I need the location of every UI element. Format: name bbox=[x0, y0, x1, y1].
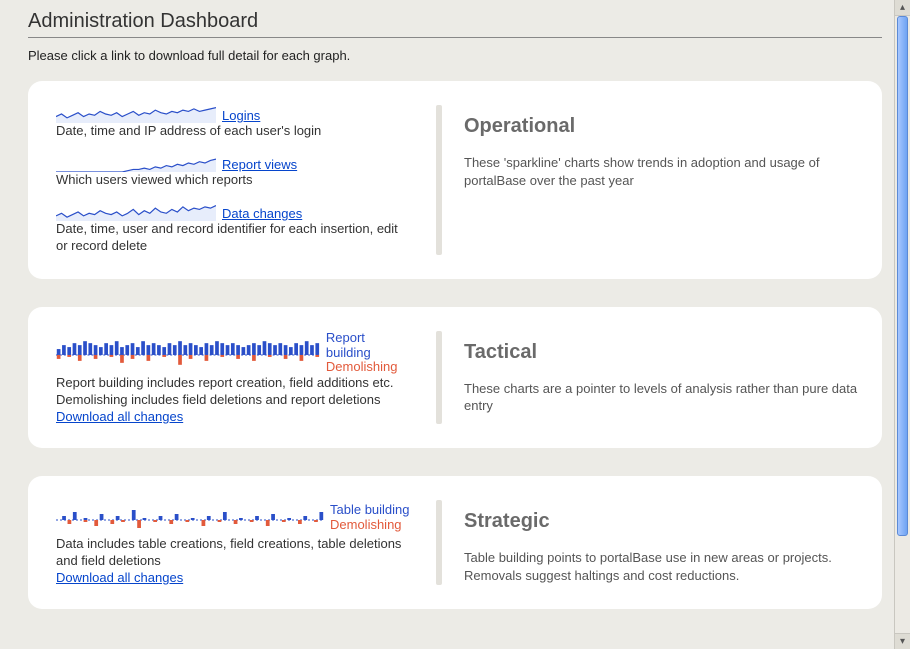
legend-up-strategic: Table building bbox=[330, 503, 410, 518]
section-desc-strategic: Table building points to portalBase use … bbox=[464, 549, 858, 584]
section-desc-operational: These 'sparkline' charts show trends in … bbox=[464, 154, 858, 189]
card-strategic: Table building Demolishing Data includes… bbox=[28, 476, 882, 609]
legend-up-tactical: Report building bbox=[326, 331, 412, 361]
scrollbar-thumb[interactable] bbox=[897, 16, 908, 536]
link-report-views[interactable]: Report views bbox=[222, 157, 297, 172]
sparkline-data-changes bbox=[56, 203, 216, 221]
sparkline-report-views bbox=[56, 154, 216, 172]
section-title-tactical: Tactical bbox=[464, 341, 858, 364]
page-title: Administration Dashboard bbox=[28, 10, 882, 38]
card-divider bbox=[436, 331, 442, 425]
section-title-operational: Operational bbox=[464, 115, 858, 138]
section-title-strategic: Strategic bbox=[464, 510, 858, 533]
divbar-strategic bbox=[56, 500, 324, 536]
scroll-down-icon[interactable]: ▾ bbox=[895, 633, 910, 649]
legend-tactical: Report building Demolishing bbox=[326, 331, 412, 376]
intro-text: Please click a link to download full det… bbox=[28, 48, 882, 63]
link-data-changes[interactable]: Data changes bbox=[222, 206, 302, 221]
sparkline-logins bbox=[56, 105, 216, 123]
desc-tactical: Report building includes report creation… bbox=[56, 375, 412, 409]
download-link-strategic[interactable]: Download all changes bbox=[56, 570, 183, 585]
scroll-up-icon[interactable]: ▴ bbox=[895, 0, 910, 16]
legend-strategic: Table building Demolishing bbox=[330, 503, 410, 533]
link-logins[interactable]: Logins bbox=[222, 108, 260, 123]
legend-down-tactical: Demolishing bbox=[326, 360, 412, 375]
divbar-tactical bbox=[56, 335, 320, 371]
scrollbar[interactable]: ▴ ▾ bbox=[894, 0, 910, 649]
desc-report-views: Which users viewed which reports bbox=[56, 172, 412, 189]
card-divider bbox=[436, 500, 442, 585]
card-operational: Logins Date, time and IP address of each… bbox=[28, 81, 882, 279]
desc-data-changes: Date, time, user and record identifier f… bbox=[56, 221, 412, 255]
scrollbar-track[interactable] bbox=[895, 16, 910, 633]
desc-strategic: Data includes table creations, field cre… bbox=[56, 536, 412, 570]
card-divider bbox=[436, 105, 442, 255]
desc-logins: Date, time and IP address of each user's… bbox=[56, 123, 412, 140]
section-desc-tactical: These charts are a pointer to levels of … bbox=[464, 380, 858, 415]
download-link-tactical[interactable]: Download all changes bbox=[56, 409, 183, 424]
legend-down-strategic: Demolishing bbox=[330, 518, 410, 533]
card-tactical: Report building Demolishing Report build… bbox=[28, 307, 882, 449]
